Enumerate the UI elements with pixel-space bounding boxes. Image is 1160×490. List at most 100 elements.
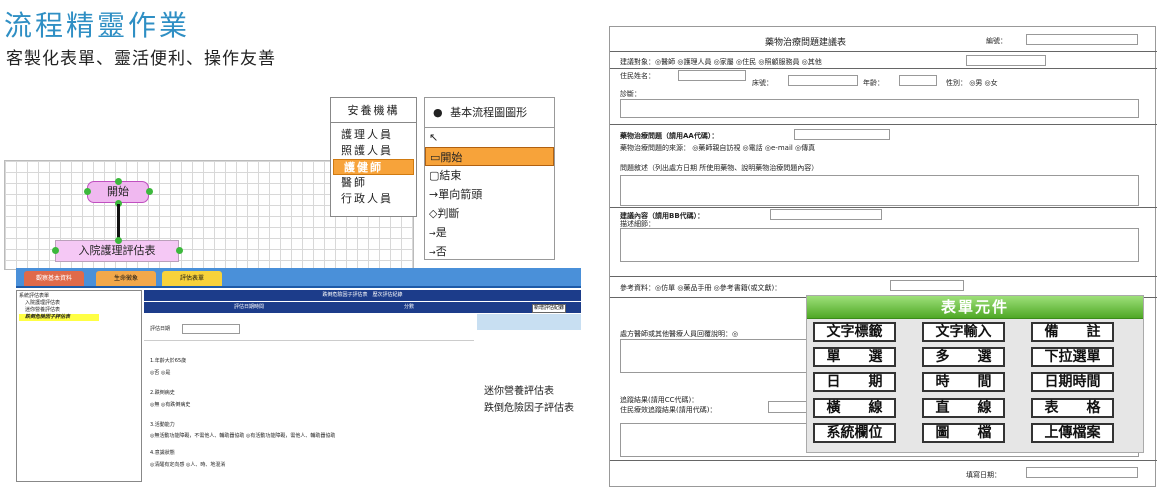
source-label[interactable]: 藥物治療問題的來源： ◎藥師親自訪視 ◎電話 ◎e-mail ◎傳真	[620, 143, 815, 153]
org-item[interactable]: 醫師	[331, 175, 416, 191]
question: 4.意識狀態	[150, 450, 175, 456]
palette-item-decision[interactable]: ◇判斷	[425, 204, 554, 223]
tree-item[interactable]: 迷你營養評估表	[19, 307, 139, 314]
element-system-field[interactable]: 系統欄位	[813, 423, 896, 443]
number-label: 編號：	[986, 37, 1007, 45]
side-label: 迷你營養評估表	[484, 386, 554, 397]
target-label[interactable]: 建議對象：◎醫師 ◎護理人員 ◎家屬 ◎住民 ◎照顧服務員 ◎其他	[620, 57, 822, 67]
form-subheader: 評估日期時間 分數 新增評估紀錄	[144, 302, 581, 313]
name-label: 住民姓名：	[620, 72, 655, 80]
divider	[144, 340, 474, 341]
connector-dot[interactable]	[176, 247, 183, 254]
tab-basic-data[interactable]: 觀察基本資料	[24, 271, 84, 286]
followup1-label: 追蹤結果(請用CC代碼)：	[620, 396, 699, 404]
followup-input[interactable]	[768, 401, 808, 413]
other-input[interactable]	[966, 55, 1046, 66]
question-options[interactable]: ◎無活動功能障礙，不需他人、輔助器協助 ◎有活動功能障礙，需他人、輔助器協助	[150, 433, 335, 440]
org-item-selected[interactable]: 護健師	[333, 159, 414, 175]
tab-vital-signs[interactable]: 生命徵象	[96, 271, 156, 286]
element-dropdown[interactable]: 下拉選單	[1031, 347, 1114, 367]
element-remark[interactable]: 備 註	[1031, 322, 1114, 342]
form-elements-panel: 表單元件 文字標籤 文字輸入 備 註 單 選 多 選 下拉選單 日 期 時 間 …	[806, 295, 1144, 453]
element-single-select[interactable]: 單 選	[813, 347, 896, 367]
form-header: 跌倒危險因子評估表 歷次評估紀錄	[144, 290, 581, 301]
age-label: 年齡：	[863, 79, 884, 87]
diagnosis-label: 診斷：	[620, 90, 641, 98]
question-options[interactable]: ◎無 ◎有跌倒病史	[150, 402, 190, 409]
side-label: 跌倒危險因子評估表	[484, 403, 574, 414]
palette-header: ● 基本流程圖圖形	[425, 98, 554, 128]
question: 2.跌倒病史	[150, 390, 175, 396]
element-time[interactable]: 時 間	[922, 372, 1005, 392]
element-text-label[interactable]: 文字標籤	[813, 322, 896, 342]
suggestion-input[interactable]	[770, 209, 882, 220]
connector-dot[interactable]	[115, 178, 122, 185]
tree-root[interactable]: 系統評估表單	[19, 293, 139, 300]
col-datetime: 評估日期時間	[234, 304, 265, 310]
palette-item-end[interactable]: ▢結束	[425, 166, 554, 185]
diagnosis-textarea[interactable]	[620, 99, 1139, 118]
element-text-input[interactable]: 文字輸入	[922, 322, 1005, 342]
element-table[interactable]: 表 格	[1031, 398, 1114, 418]
date-input[interactable]	[182, 324, 240, 334]
palette-item-start[interactable]: ▭開始	[425, 147, 554, 166]
element-vline[interactable]: 直 線	[922, 398, 1005, 418]
tree-item[interactable]: 入院護理評估表	[19, 300, 139, 307]
element-multi-select[interactable]: 多 選	[922, 347, 1005, 367]
followup2-label: 住民療效追蹤結果(請用代碼)：	[620, 406, 717, 414]
narrative-textarea[interactable]	[620, 175, 1139, 206]
element-datetime[interactable]: 日期時間	[1031, 372, 1114, 392]
fill-date-input[interactable]	[1026, 467, 1138, 478]
palette-item-label: 否	[435, 245, 447, 258]
connector-dot[interactable]	[146, 188, 153, 195]
palette-item-label: 結束	[439, 169, 462, 182]
question: 3.活動能力	[150, 422, 175, 428]
org-item[interactable]: 照護人員	[331, 143, 416, 159]
flow-connector-line	[117, 204, 120, 240]
reference-input[interactable]	[890, 280, 964, 291]
bed-input[interactable]	[788, 75, 858, 86]
org-panel-title: 安養機構	[331, 98, 416, 123]
reply-label[interactable]: 處方醫師或其他醫療人員回覆說明：◎	[620, 329, 738, 339]
palette-item-label: 判斷	[437, 207, 460, 220]
name-input[interactable]	[678, 70, 746, 81]
element-image[interactable]: 圖 檔	[922, 423, 1005, 443]
tab-assessment[interactable]: 評估表單	[162, 271, 222, 286]
date-label: 評估日期	[150, 326, 171, 332]
divider	[610, 276, 1157, 277]
connector-dot[interactable]	[115, 237, 122, 244]
question-options[interactable]: ◎清醒有定向感 ◎人、時、地混淆	[150, 462, 225, 469]
palette-item-yes[interactable]: →是	[425, 223, 554, 242]
reply-textarea[interactable]	[620, 339, 810, 373]
flow-start-label: 開始	[107, 185, 129, 198]
narrative-label: 問題敘述（列出處方日期 所使用藥物、說明藥物治療問題內容）	[620, 164, 819, 172]
palette-item-label: 開始	[440, 151, 463, 164]
connector-dot[interactable]	[84, 188, 91, 195]
org-item[interactable]: 護理人員	[331, 127, 416, 143]
element-hline[interactable]: 橫 線	[813, 398, 896, 418]
divider	[610, 207, 1157, 208]
pointer-tool-icon[interactable]: ↖	[425, 128, 554, 147]
palette-item-no[interactable]: →否	[425, 242, 554, 261]
element-upload[interactable]: 上傳檔案	[1031, 423, 1114, 443]
reference-label[interactable]: 參考資料：◎仿單 ◎藥品手冊 ◎參考書籍(或文獻)：	[620, 283, 781, 293]
connector-dot[interactable]	[52, 247, 59, 254]
tree-item-selected[interactable]: 跌倒危險因子評估表	[19, 314, 99, 321]
rect-icon: ▭	[430, 151, 441, 164]
element-date[interactable]: 日 期	[813, 372, 896, 392]
divider	[610, 124, 1157, 125]
divider	[610, 51, 1157, 52]
assessment-tree: 系統評估表單 入院護理評估表 迷你營養評估表 跌倒危險因子評估表	[16, 290, 142, 482]
age-input[interactable]	[899, 75, 937, 86]
desc-textarea[interactable]	[620, 228, 1139, 262]
divider	[610, 68, 1157, 69]
problem-input[interactable]	[794, 129, 890, 140]
palette-item-label: 是	[435, 226, 447, 239]
palette-item-arrow[interactable]: →單向箭頭	[425, 185, 554, 204]
number-input[interactable]	[1026, 34, 1138, 45]
problem-label: 藥物治療問題（請用AA代碼）：	[620, 132, 719, 140]
gender-label[interactable]: 性別： ◎男 ◎女	[946, 78, 998, 88]
add-record-button[interactable]: 新增評估紀錄	[532, 304, 567, 313]
org-item[interactable]: 行政人員	[331, 191, 416, 207]
question-options[interactable]: ◎否 ◎是	[150, 370, 170, 377]
